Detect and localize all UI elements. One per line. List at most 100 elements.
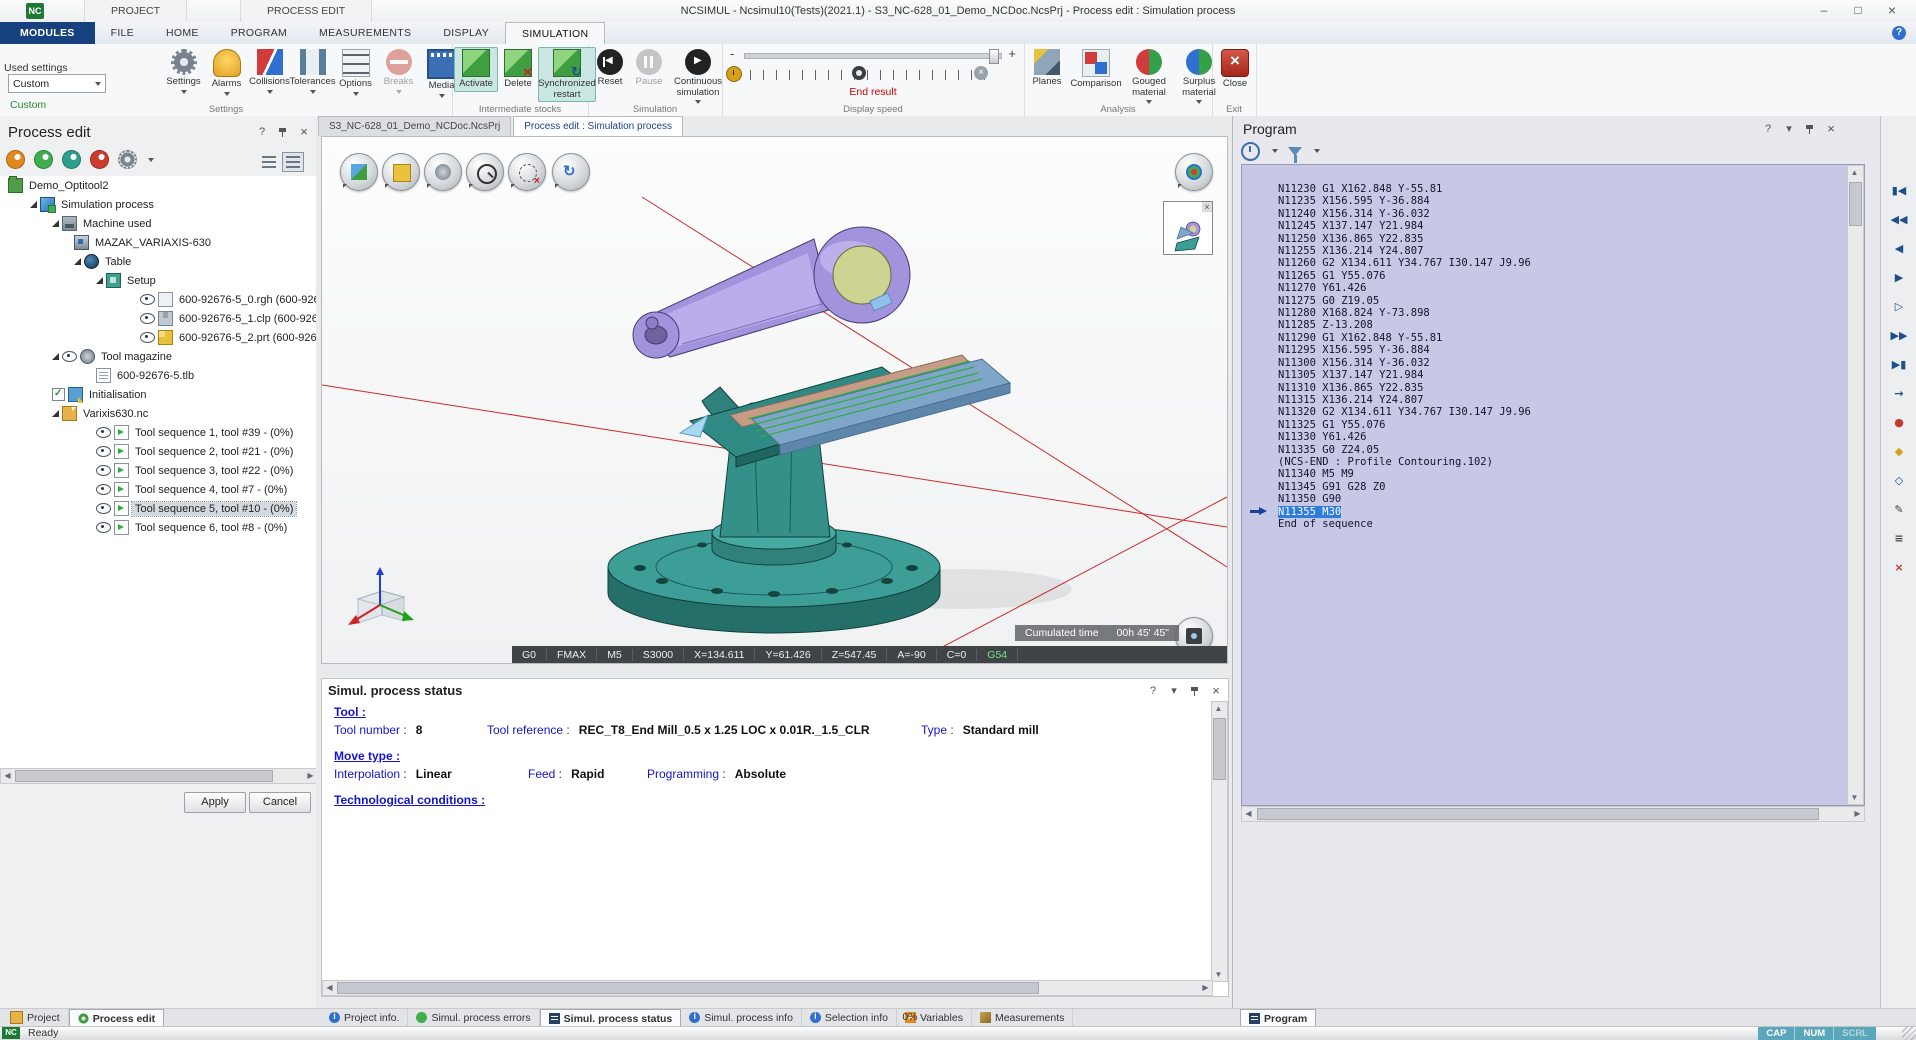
code-line[interactable]: N11270 Y61.426 <box>1278 282 1844 294</box>
code-line[interactable]: N11260 G2 X134.611 Y34.767 I30.147 J9.96 <box>1278 257 1844 269</box>
tab-home[interactable]: HOME <box>150 22 215 44</box>
stock-display-button[interactable] <box>340 153 378 191</box>
previous-tool-icon[interactable]: ◀◀ <box>1886 208 1912 232</box>
breakpoint-icon[interactable]: ● <box>1886 411 1912 435</box>
tree-item[interactable]: Tool sequence 2, tool #21 - (0%) <box>0 442 316 461</box>
tab-file[interactable]: FILE <box>95 22 150 44</box>
selection-button[interactable] <box>508 153 546 191</box>
comparison-button[interactable]: Comparison <box>1068 47 1124 92</box>
tab-modules[interactable]: MODULES <box>0 22 95 44</box>
code-line[interactable]: N11240 X156.314 Y-36.032 <box>1278 208 1844 220</box>
quick-group-project[interactable]: PROJECT <box>84 0 187 22</box>
code-line[interactable]: N11230 G1 X162.848 Y-55.81 <box>1278 183 1844 195</box>
tool-display-button[interactable] <box>424 153 462 191</box>
scrollbar-thumb[interactable] <box>337 982 1039 994</box>
program-horizontal-scrollbar[interactable] <box>1241 806 1865 822</box>
tree-item[interactable]: Demo_Optitool2 <box>0 176 316 195</box>
scrollbar-thumb[interactable] <box>1849 182 1862 226</box>
panel-pin-icon[interactable] <box>277 126 289 138</box>
visibility-eye-icon[interactable] <box>140 313 155 324</box>
panel-close-icon[interactable] <box>1825 123 1837 135</box>
tree-horizontal-scrollbar[interactable] <box>0 768 318 784</box>
breaks-button[interactable]: Breaks <box>377 47 420 96</box>
panel-tab-program[interactable]: Program <box>1240 1009 1316 1027</box>
speed-end-marker-icon[interactable] <box>974 66 988 80</box>
speed-current-marker-icon[interactable] <box>852 66 866 80</box>
code-line[interactable]: N11285 Z-13.208 <box>1278 319 1844 331</box>
tree-item[interactable]: Tool sequence 6, tool #8 - (0%) <box>0 518 316 537</box>
status-horizontal-scrollbar[interactable] <box>322 980 1213 996</box>
scroll-up-icon[interactable] <box>1212 702 1225 715</box>
status-vertical-scrollbar[interactable] <box>1211 701 1228 982</box>
code-line[interactable]: N11305 X137.147 Y21.984 <box>1278 369 1844 381</box>
code-line[interactable]: N11300 X156.314 Y-36.032 <box>1278 357 1844 369</box>
tree-item[interactable]: Tool sequence 3, tool #22 - (0%) <box>0 461 316 480</box>
list-blocks-icon[interactable]: ≡ <box>1886 527 1912 551</box>
previous-block-icon[interactable]: ◀ <box>1886 237 1912 261</box>
code-line[interactable]: N11310 X136.865 Y22.835 <box>1278 382 1844 394</box>
code-line[interactable]: N11330 Y61.426 <box>1278 431 1844 443</box>
code-line[interactable]: End of sequence <box>1278 518 1844 530</box>
continuous-simulation-button[interactable]: Continuous simulation <box>668 47 728 106</box>
collisions-button[interactable]: Collisions <box>248 47 291 96</box>
expander-icon[interactable] <box>96 277 103 284</box>
expander-icon[interactable] <box>30 201 37 208</box>
code-line[interactable]: N11325 G1 Y55.076 <box>1278 419 1844 431</box>
scroll-right-icon[interactable] <box>1851 807 1864 820</box>
panel-help-icon[interactable] <box>256 126 268 138</box>
settings-button[interactable]: Settings <box>162 47 205 96</box>
module-orange-icon[interactable] <box>6 150 25 169</box>
code-line[interactable]: N11255 X136.214 Y24.807 <box>1278 245 1844 257</box>
delete-button[interactable]: Delete <box>498 47 538 92</box>
next-block-icon[interactable]: ▷ <box>1886 295 1912 319</box>
tree-item[interactable]: Tool sequence 1, tool #39 - (0%) <box>0 423 316 442</box>
planes-button[interactable]: Planes <box>1026 47 1068 90</box>
edit-block-icon[interactable]: ✎ <box>1886 498 1912 522</box>
tree-item[interactable]: MAZAK_VARIAXIS-630 <box>0 233 316 252</box>
visibility-eye-icon[interactable] <box>96 427 111 438</box>
viewport-tab-project[interactable]: S3_NC-628_01_Demo_NCDoc.NcsPrj <box>318 116 511 136</box>
gcode-listing[interactable]: N11230 G1 X162.848 Y-55.81 N11235 X156.5… <box>1241 164 1865 806</box>
panel-help-icon[interactable] <box>1147 685 1159 697</box>
tree-item[interactable]: Machine used <box>0 214 316 233</box>
scroll-left-icon[interactable] <box>1 769 14 782</box>
code-line[interactable]: N11295 X156.595 Y-36.884 <box>1278 344 1844 356</box>
tree-item[interactable]: Varixis630.nc <box>0 404 316 423</box>
module-green-icon[interactable] <box>34 150 53 169</box>
viewport-tab-process-edit[interactable]: Process edit : Simulation process <box>513 116 683 136</box>
code-line[interactable]: N11340 M5 M9 <box>1278 468 1844 480</box>
program-vertical-scrollbar[interactable] <box>1847 165 1864 805</box>
part-display-button[interactable] <box>382 153 420 191</box>
expander-icon[interactable] <box>52 220 59 227</box>
chevron-down-icon[interactable] <box>1272 149 1278 153</box>
tree-item[interactable]: 600-92676-5_2.prt (600-92676 <box>0 328 316 347</box>
help-icon[interactable] <box>1892 26 1906 40</box>
expander-icon[interactable] <box>52 410 59 417</box>
apply-button[interactable]: Apply <box>184 792 246 813</box>
tree-item[interactable]: 600-92676-5_0.rgh (600-9267 <box>0 290 316 309</box>
code-line[interactable]: N11290 G1 X162.848 Y-55.81 <box>1278 332 1844 344</box>
speed-minus-button[interactable]: - <box>730 46 734 61</box>
code-line[interactable]: N11235 X156.595 Y-36.884 <box>1278 195 1844 207</box>
panel-help-icon[interactable] <box>1762 123 1774 135</box>
scroll-up-icon[interactable] <box>1848 166 1861 179</box>
code-line[interactable]: N11250 X136.865 Y22.835 <box>1278 233 1844 245</box>
quick-group-process-edit[interactable]: PROCESS EDIT <box>240 0 372 22</box>
options-button[interactable]: Options <box>334 47 377 98</box>
tree-item[interactable]: 600-92676-5.tlb <box>0 366 316 385</box>
clear-marks-icon[interactable]: × <box>1886 556 1912 580</box>
tab-display[interactable]: DISPLAY <box>427 22 505 44</box>
minimize-button[interactable] <box>1810 2 1838 19</box>
speed-slider-handle[interactable] <box>989 49 999 64</box>
scroll-down-icon[interactable] <box>1212 968 1225 981</box>
filter-funnel-icon[interactable] <box>1288 147 1302 156</box>
panel-tab-process-edit[interactable]: Process edit <box>69 1009 164 1027</box>
chevron-down-icon[interactable] <box>148 158 154 162</box>
scroll-left-icon[interactable] <box>323 981 336 994</box>
overview-minimap[interactable] <box>1163 201 1213 255</box>
alarms-button[interactable]: Alarms <box>205 47 248 98</box>
pause-button[interactable]: Pause <box>630 47 668 90</box>
code-line[interactable]: N11315 X136.214 Y24.807 <box>1278 394 1844 406</box>
tree-item[interactable]: Setup <box>0 271 316 290</box>
view-list-icon[interactable] <box>258 152 280 172</box>
